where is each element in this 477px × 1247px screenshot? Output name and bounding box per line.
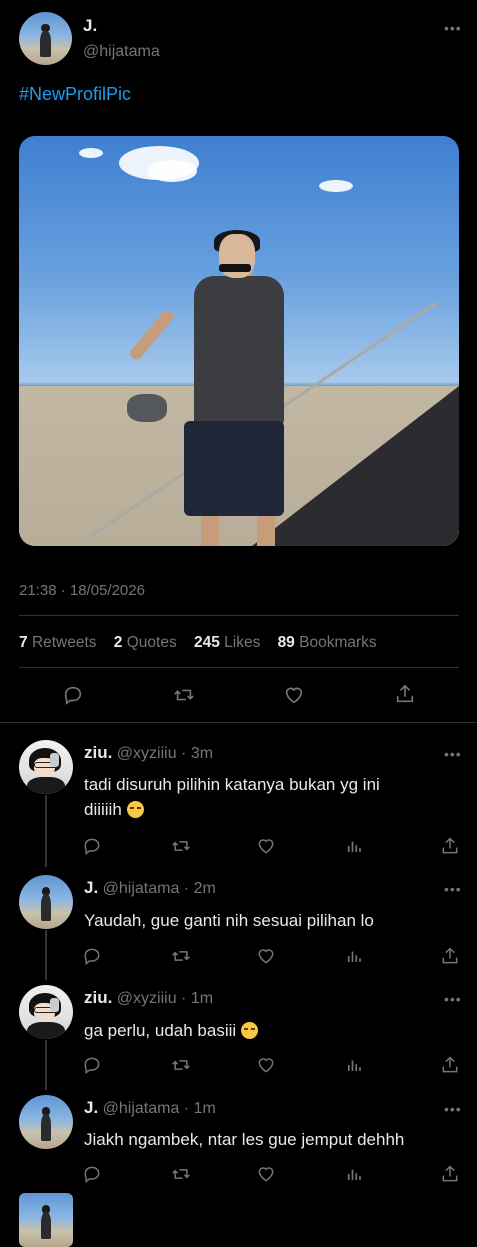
reply-avatar[interactable] xyxy=(19,1193,73,1247)
tweet-hashtag[interactable]: #NewProfilPic xyxy=(19,84,131,105)
reply-header: J. @hijatama · 1m xyxy=(84,1098,216,1118)
reply-meta[interactable]: @hijatama · 1m xyxy=(103,1100,216,1117)
more-dots-icon[interactable]: ••• xyxy=(444,20,462,36)
expressionless-emoji xyxy=(240,1022,258,1039)
views-icon[interactable] xyxy=(345,836,363,856)
more-dots-icon[interactable]: ••• xyxy=(444,881,462,897)
reply-text: Jiakh ngambek, ntar les gue jemput dehhh xyxy=(84,1130,405,1149)
reply-author-name[interactable]: ziu. xyxy=(84,988,112,1007)
views-icon[interactable] xyxy=(345,1164,363,1184)
heart-icon[interactable] xyxy=(256,1055,276,1075)
reply-icon[interactable] xyxy=(82,946,102,966)
heart-icon[interactable] xyxy=(256,836,276,856)
reply-icon[interactable] xyxy=(82,1055,102,1075)
flushed-emoji xyxy=(126,801,144,818)
retweet-icon[interactable] xyxy=(172,684,196,706)
heart-icon[interactable] xyxy=(256,1164,276,1184)
tweet-timestamp[interactable]: 21:38 · 18/05/2026 xyxy=(19,582,145,599)
share-icon[interactable] xyxy=(440,1164,460,1184)
reply-icon[interactable] xyxy=(82,1164,102,1184)
author-handle[interactable]: @hijatama xyxy=(83,43,160,61)
reply-header: J. @hijatama · 2m xyxy=(84,878,216,898)
reply-header: ziu. @xyziiiu · 3m xyxy=(84,743,213,763)
reply-author-name[interactable]: J. xyxy=(84,878,98,897)
share-icon[interactable] xyxy=(440,836,460,856)
reply-avatar[interactable] xyxy=(19,740,73,794)
retweet-icon[interactable] xyxy=(170,836,192,856)
heart-icon[interactable] xyxy=(256,946,276,966)
thread-line xyxy=(45,1040,47,1090)
retweet-icon[interactable] xyxy=(170,946,192,966)
heart-icon[interactable] xyxy=(283,684,305,706)
reply-author-name[interactable]: ziu. xyxy=(84,743,112,762)
reply-icon[interactable] xyxy=(82,836,102,856)
reply-avatar[interactable] xyxy=(19,985,73,1039)
reply-meta[interactable]: @xyziiiu · 1m xyxy=(117,990,213,1007)
bookmarks-stat[interactable]: 89 Bookmarks xyxy=(278,634,377,651)
reply-text: tadi disuruh pilihin katanya bukan yg in… xyxy=(84,775,380,819)
share-icon[interactable] xyxy=(440,946,460,966)
divider xyxy=(0,722,477,723)
author-avatar[interactable] xyxy=(19,12,72,65)
more-dots-icon[interactable]: ••• xyxy=(444,991,462,1007)
divider xyxy=(19,667,459,668)
divider xyxy=(19,615,459,616)
reply-avatar[interactable] xyxy=(19,1095,73,1149)
reply-meta[interactable]: @xyziiiu · 3m xyxy=(117,745,213,762)
quotes-stat[interactable]: 2 Quotes xyxy=(114,634,177,651)
reply-avatar[interactable] xyxy=(19,875,73,929)
thread-line xyxy=(45,795,47,867)
more-dots-icon[interactable]: ••• xyxy=(444,746,462,762)
likes-stat[interactable]: 245 Likes xyxy=(194,634,260,651)
views-icon[interactable] xyxy=(345,1055,363,1075)
views-icon[interactable] xyxy=(345,946,363,966)
retweets-stat[interactable]: 7 Retweets xyxy=(19,634,97,651)
reply-meta[interactable]: @hijatama · 2m xyxy=(103,880,216,897)
author-name[interactable]: J. xyxy=(83,16,97,36)
reply-text: Yaudah, gue ganti nih sesuai pilihan lo xyxy=(84,911,374,930)
retweet-icon[interactable] xyxy=(170,1164,192,1184)
reply-text: ga perlu, udah basiii xyxy=(84,1018,258,1043)
stats-row: 7 Retweets 2 Quotes 245 Likes 89 Bookmar… xyxy=(19,634,377,652)
more-dots-icon[interactable]: ••• xyxy=(444,1101,462,1117)
thread-line xyxy=(45,930,47,980)
tweet-photo[interactable] xyxy=(19,136,459,546)
share-icon[interactable] xyxy=(394,683,416,705)
share-icon[interactable] xyxy=(440,1055,460,1075)
reply-icon[interactable] xyxy=(62,684,84,706)
retweet-icon[interactable] xyxy=(170,1055,192,1075)
reply-header: ziu. @xyziiiu · 1m xyxy=(84,988,213,1008)
reply-author-name[interactable]: J. xyxy=(84,1098,98,1117)
